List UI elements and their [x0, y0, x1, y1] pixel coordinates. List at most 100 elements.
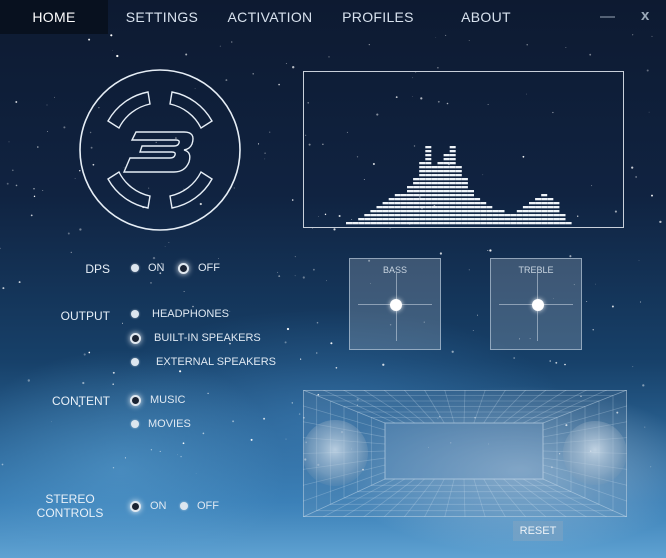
equalizer-segment — [425, 162, 432, 165]
equalizer-segment — [388, 210, 395, 213]
equalizer-bar — [413, 178, 420, 225]
equalizer-segment — [443, 218, 450, 221]
equalizer-bar — [541, 194, 548, 225]
equalizer-segment — [419, 218, 426, 221]
star — [112, 383, 115, 386]
tab-activation[interactable]: ACTIVATION — [222, 0, 318, 34]
treble-handle[interactable] — [532, 299, 544, 311]
equalizer-segment — [431, 178, 438, 181]
star — [152, 256, 156, 260]
bass-control[interactable]: BASS — [349, 258, 441, 350]
bass-handle[interactable] — [390, 299, 402, 311]
star — [219, 45, 221, 47]
star — [291, 402, 294, 404]
equalizer-segment — [425, 198, 432, 201]
star — [231, 41, 233, 43]
output-external-speakers-radio[interactable]: EXTERNAL SPEAKERS — [131, 356, 276, 368]
equalizer-segment — [565, 222, 572, 225]
equalizer-segment — [443, 166, 450, 169]
equalizer-segment — [559, 214, 566, 217]
equalizer-segment — [358, 222, 365, 225]
equalizer-segment — [547, 206, 554, 209]
stereo-on-radio[interactable]: ON — [130, 500, 167, 512]
equalizer-bar — [407, 186, 413, 225]
stereo-controls-label: STEREO CONTROLS — [30, 492, 110, 520]
equalizer-bar — [400, 194, 407, 225]
equalizer-segment — [486, 218, 493, 221]
star — [294, 275, 296, 277]
equalizer-bar — [510, 214, 517, 225]
radio-indicator — [131, 310, 139, 318]
equalizer-segment — [449, 194, 456, 197]
output-builtin-speakers-radio[interactable]: BUILT-IN SPEAKERS — [130, 332, 261, 344]
equalizer-segment — [559, 218, 566, 221]
star — [330, 342, 333, 345]
equalizer-segment — [437, 170, 444, 173]
star — [316, 352, 318, 354]
tab-home[interactable]: HOME — [0, 0, 108, 34]
equalizer-segment — [461, 222, 468, 225]
equalizer-segment — [480, 202, 487, 205]
output-headphones-radio[interactable]: HEADPHONES — [131, 308, 229, 320]
star — [168, 242, 170, 243]
equalizer-segment — [419, 178, 426, 181]
builtin-speakers-label: BUILT-IN SPEAKERS — [154, 332, 261, 344]
equalizer-segment — [437, 210, 444, 213]
equalizer-bar — [480, 202, 487, 225]
equalizer-segment — [455, 182, 462, 185]
equalizer-bar — [443, 154, 450, 225]
dps-on-label: ON — [148, 262, 165, 274]
stereo-off-radio[interactable]: OFF — [180, 500, 219, 512]
star — [646, 69, 649, 72]
equalizer-segment — [522, 210, 529, 213]
equalizer-segment — [449, 210, 456, 213]
equalizer-segment — [437, 214, 444, 217]
equalizer-segment — [498, 218, 505, 221]
dps-off-radio[interactable]: OFF — [178, 262, 220, 274]
equalizer-bar — [474, 198, 481, 225]
equalizer-segment — [474, 218, 481, 221]
equalizer-segment — [522, 206, 529, 209]
equalizer-segment — [516, 210, 523, 213]
equalizer-segment — [541, 206, 548, 209]
minimize-button[interactable]: — — [600, 8, 615, 25]
star — [278, 275, 281, 277]
equalizer-segment — [370, 214, 377, 217]
radio-indicator — [131, 264, 139, 272]
equalizer-segment — [413, 198, 420, 201]
star — [124, 457, 126, 459]
star — [611, 305, 614, 308]
tab-settings[interactable]: SETTINGS — [120, 0, 204, 34]
content-movies-radio[interactable]: MOVIES — [131, 418, 191, 430]
equalizer-segment — [407, 218, 413, 221]
equalizer-segment — [425, 170, 432, 173]
tab-profiles[interactable]: PROFILES — [340, 0, 416, 34]
equalizer-segment — [394, 198, 401, 201]
equalizer-segment — [413, 218, 420, 221]
star — [202, 432, 205, 435]
equalizer-segment — [455, 178, 462, 181]
star — [335, 366, 338, 369]
reset-button[interactable]: RESET — [513, 521, 563, 541]
star — [88, 38, 91, 41]
star — [207, 392, 209, 395]
close-button[interactable]: x — [641, 7, 649, 24]
star — [326, 280, 327, 282]
equalizer-segment — [431, 198, 438, 201]
equalizer-segment — [407, 202, 413, 205]
equalizer-bar — [504, 214, 511, 225]
equalizer-segment — [437, 206, 444, 209]
dps-on-radio[interactable]: ON — [131, 262, 165, 274]
treble-control[interactable]: TREBLE — [490, 258, 582, 350]
star — [6, 182, 9, 185]
equalizer-segment — [400, 206, 407, 209]
equalizer-segment — [431, 214, 438, 217]
star — [179, 370, 182, 373]
headphones-label: HEADPHONES — [152, 308, 230, 320]
equalizer-segment — [382, 206, 389, 209]
equalizer-segment — [468, 190, 474, 193]
content-music-radio[interactable]: MUSIC — [130, 394, 185, 406]
equalizer-segment — [480, 210, 487, 213]
tab-about[interactable]: ABOUT — [456, 0, 516, 34]
equalizer-segment — [449, 154, 456, 157]
